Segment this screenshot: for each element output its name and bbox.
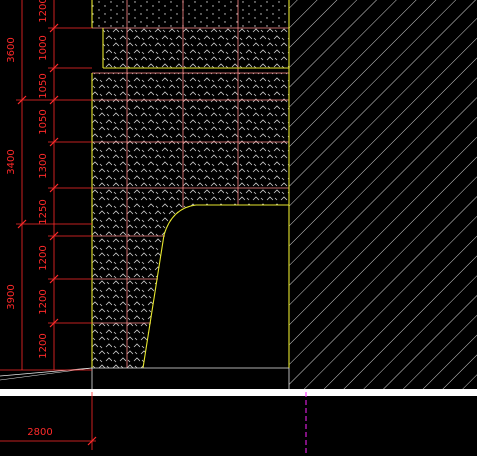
ground-band xyxy=(0,389,477,396)
top-dotted-layer xyxy=(92,0,289,28)
dimension-ticks xyxy=(17,23,97,446)
dim-1050-a: 1050 xyxy=(38,73,49,98)
dim-1200-top: 1200 xyxy=(38,0,49,23)
cad-drawing: 3600 3400 3900 1200 1000 1050 1050 1300 … xyxy=(0,0,477,456)
dim-3600: 3600 xyxy=(6,37,17,62)
dim-3400: 3400 xyxy=(6,149,17,174)
dim-1200-b: 1200 xyxy=(38,289,49,314)
slope-line xyxy=(0,367,93,377)
dim-1250: 1250 xyxy=(38,199,49,224)
dim-3900: 3900 xyxy=(6,284,17,309)
dim-1200-a: 1200 xyxy=(38,245,49,270)
dim-1200-c: 1200 xyxy=(38,333,49,358)
dim-1300: 1300 xyxy=(38,153,49,178)
hatched-soil-region xyxy=(289,0,477,389)
dim-2800: 2800 xyxy=(27,427,52,438)
dim-1000: 1000 xyxy=(38,35,49,60)
dim-1050-b: 1050 xyxy=(38,109,49,134)
